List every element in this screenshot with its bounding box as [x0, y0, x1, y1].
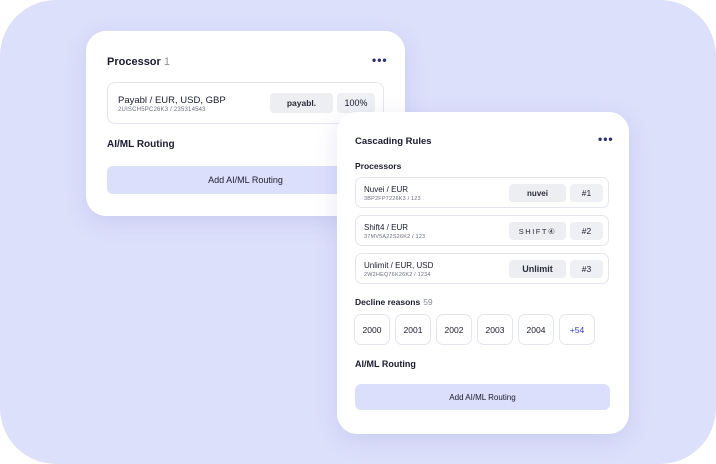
payabl-logo: payabl. — [270, 93, 333, 113]
processor-percent[interactable]: 100% — [337, 93, 375, 113]
processor-name: Payabl / EUR, USD, GBP — [118, 95, 226, 106]
processor-count: 1 — [163, 56, 170, 68]
add-ai-ml-routing-button[interactable]: Add AI/ML Routing — [355, 384, 610, 410]
processor-row-nuvei[interactable]: Nuvei / EUR 3BP2FP7226K3 / 123 nuvei #1 — [355, 177, 609, 208]
ai-ml-routing-heading: AI/ML Routing — [107, 139, 175, 150]
decline-code-chip[interactable]: 2001 — [395, 314, 431, 345]
card-title: Processor 1 — [107, 56, 170, 68]
processor-id: 2UISCH5PC26K3 / 235314543 — [118, 107, 206, 113]
more-menu-icon[interactable]: ••• — [598, 132, 614, 146]
shift4-logo: SHIFT④ — [509, 222, 566, 240]
processor-name: Nuvei / EUR — [364, 185, 409, 194]
processor-rank[interactable]: #3 — [570, 260, 603, 278]
nuvei-logo: nuvei — [509, 184, 566, 202]
processor-rank[interactable]: #2 — [570, 222, 603, 240]
more-menu-icon[interactable]: ••• — [372, 53, 388, 67]
processors-heading: Processors — [355, 161, 402, 171]
decline-title: Decline reasons — [355, 297, 421, 307]
card-title: Cascading Rules — [355, 136, 432, 147]
processor-name: Shift4 / EUR — [364, 223, 409, 232]
processor-row-unlimit[interactable]: Unlimit / EUR, USD 2W2HEQ76K26K2 / 1234 … — [355, 253, 609, 284]
decline-code-chip[interactable]: 2002 — [436, 314, 472, 345]
processor-rank[interactable]: #1 — [570, 184, 603, 202]
decline-count: 59 — [423, 297, 433, 307]
decline-reasons-heading: Decline reasons 59 — [355, 297, 433, 307]
processor-id: 37MV5A22S26K2 / 123 — [364, 234, 426, 240]
decline-code-list: 2000 2001 2002 2003 2004 +54 — [354, 314, 595, 345]
processor-row-shift4[interactable]: Shift4 / EUR 37MV5A22S26K2 / 123 SHIFT④ … — [355, 215, 609, 246]
unlimit-logo: Unlimit — [509, 260, 566, 278]
decline-code-chip[interactable]: 2003 — [477, 314, 513, 345]
processor-name: Unlimit / EUR, USD — [364, 261, 434, 270]
decline-more-chip[interactable]: +54 — [559, 314, 595, 345]
processor-id: 3BP2FP7226K3 / 123 — [364, 196, 421, 202]
decline-code-chip[interactable]: 2000 — [354, 314, 390, 345]
processor-title: Processor — [107, 56, 161, 68]
decline-code-chip[interactable]: 2004 — [518, 314, 554, 345]
ai-ml-routing-heading: AI/ML Routing — [355, 359, 416, 369]
cascading-rules-card: Cascading Rules ••• Processors Nuvei / E… — [337, 112, 629, 434]
processor-id: 2W2HEQ76K26K2 / 1234 — [364, 272, 431, 278]
